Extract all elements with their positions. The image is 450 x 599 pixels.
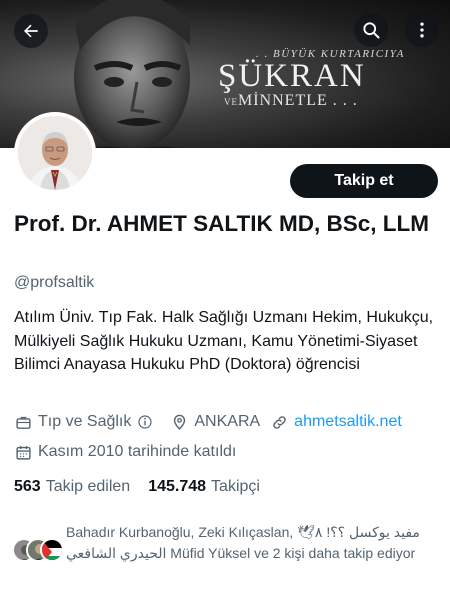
follower-avatar	[40, 538, 64, 562]
more-options-button[interactable]	[405, 13, 439, 47]
followed-by-section[interactable]: Bahadır Kurbanoğlu, Zeki Kılıçaslan, مفي…	[12, 520, 442, 586]
following-count: 563	[14, 478, 41, 495]
profile-avatar[interactable]	[14, 112, 96, 194]
more-vertical-icon	[420, 22, 424, 38]
search-icon	[363, 22, 380, 39]
following-link[interactable]: 563 Takip edilen	[14, 478, 130, 496]
banner-line3: VEMİNNETLE . . .	[224, 92, 405, 110]
follow-button[interactable]: Takip et	[290, 164, 438, 198]
profile-bio: Atılım Üniv. Tıp Fak. Halk Sağlığı Uzman…	[14, 309, 434, 373]
banner-caption: . . BÜYÜK KURTARICIYA ŞÜKRAN VEMİNNETLE …	[218, 48, 405, 110]
search-button[interactable]	[354, 13, 388, 47]
followers-count: 145.748	[148, 478, 207, 495]
profile-joined-date: Kasım 2010 tarihinde katıldı	[38, 443, 237, 460]
banner-line3-text: MİNNETLE . . .	[238, 92, 358, 109]
briefcase-icon	[14, 413, 32, 431]
banner-line3-prefix: VE	[224, 97, 238, 107]
profile-website-link[interactable]: ahmetsaltik.net	[294, 413, 402, 431]
profile-meta-row: Tıp ve Sağlık ANKARA ahmetsaltik.net	[14, 410, 402, 434]
profile-category: Tıp ve Sağlık	[38, 413, 132, 430]
avatar-photo	[18, 116, 92, 190]
follow-stats: 563 Takip edilen 145.748 Takipçi	[14, 478, 260, 496]
profile-name: Prof. Dr. AHMET SALTIK MD, BSc, LLM	[14, 211, 429, 236]
followers-label: Takipçi	[211, 478, 260, 495]
followers-link[interactable]: 145.748 Takipçi	[148, 478, 260, 496]
profile-joined-row: Kasım 2010 tarihinde katıldı	[14, 440, 236, 464]
calendar-icon	[14, 443, 32, 461]
info-icon[interactable]	[136, 413, 154, 431]
back-button[interactable]	[14, 14, 48, 48]
location-icon	[170, 413, 188, 431]
profile-handle: @profsaltik	[14, 274, 95, 291]
following-label: Takip edilen	[45, 478, 131, 495]
profile-location: ANKARA	[194, 413, 261, 430]
followed-by-text: Bahadır Kurbanoğlu, Zeki Kılıçaslan, مفي…	[66, 524, 420, 561]
link-icon	[270, 413, 288, 431]
arrow-left-icon	[24, 24, 38, 38]
banner-line2: ŞÜKRAN	[218, 58, 366, 94]
